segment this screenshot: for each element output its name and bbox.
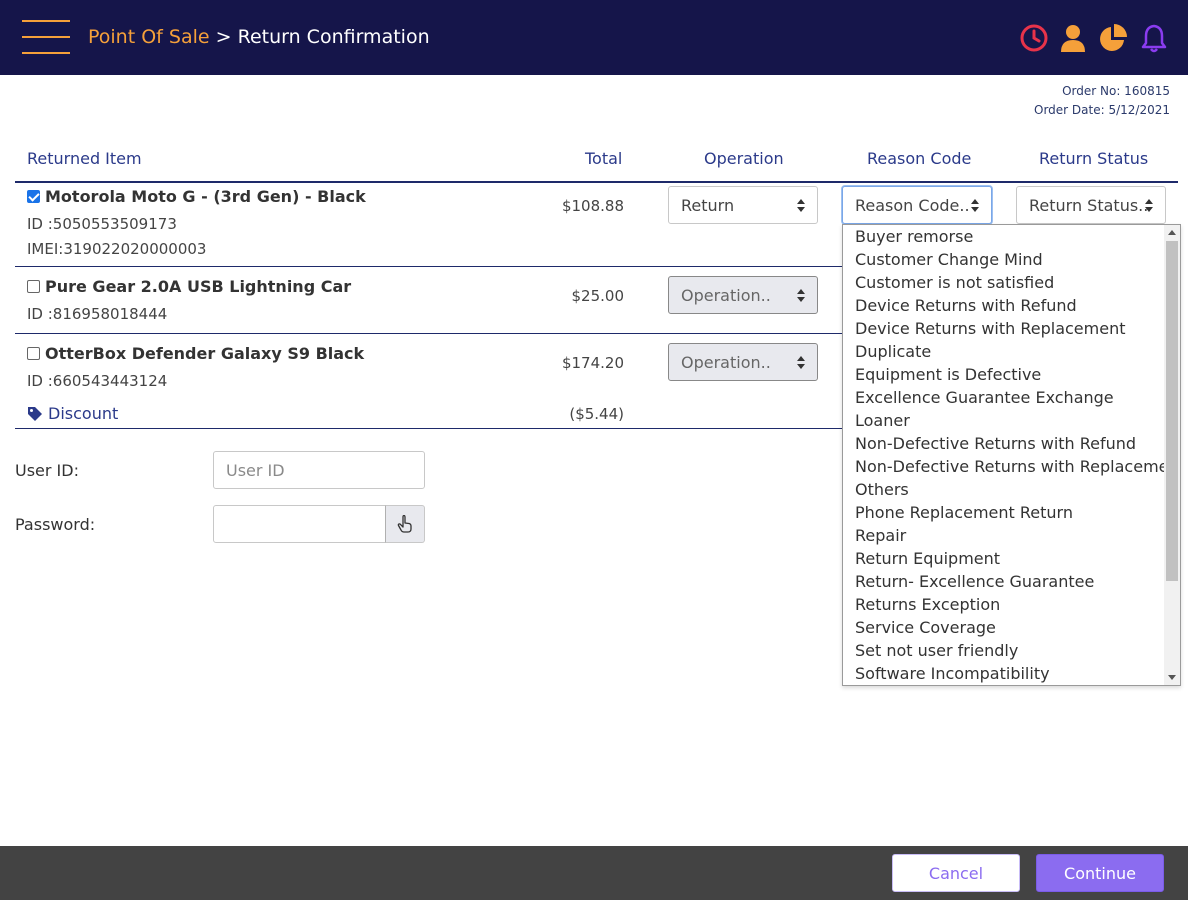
reason-option[interactable]: Non-Defective Returns with Refund	[855, 432, 1136, 455]
row-1-reason-code-select[interactable]: Reason Code..	[842, 186, 992, 224]
reason-option[interactable]: Excellence Guarantee Exchange	[855, 386, 1114, 409]
table-row-3-name[interactable]: OtterBox Defender Galaxy S9 Black	[27, 344, 364, 363]
cancel-button[interactable]: Cancel	[892, 854, 1020, 892]
row-1-status-value: Return Status..	[1029, 196, 1149, 215]
reason-option[interactable]: Loaner	[855, 409, 910, 432]
order-number: Order No: 160815	[1062, 84, 1170, 98]
reason-option[interactable]: Device Returns with Replacement	[855, 317, 1125, 340]
chevron-updown-icon	[971, 199, 979, 213]
scroll-up-arrow-icon[interactable]	[1168, 230, 1176, 235]
password-label: Password:	[15, 515, 96, 534]
order-meta: Order No: 160815 Order Date: 5/12/2021	[1034, 82, 1170, 120]
clock-icon[interactable]	[1019, 23, 1049, 53]
breadcrumb: Point Of Sale > Return Confirmation	[88, 26, 430, 48]
user-id-input[interactable]	[213, 451, 425, 489]
row-2-item-id: ID :816958018444	[27, 305, 168, 323]
user-icon[interactable]	[1058, 23, 1088, 53]
reason-option[interactable]: Non-Defective Returns with Replacement	[855, 455, 1180, 478]
row-1-item-imei: IMEI:319022020000003	[27, 240, 207, 258]
row-3-total: $174.20	[561, 354, 624, 372]
row-2-operation-value: Operation..	[681, 286, 771, 305]
tag-icon	[28, 406, 42, 421]
fingerprint-button[interactable]	[385, 505, 425, 543]
user-id-label: User ID:	[15, 461, 79, 480]
reason-option[interactable]: Return Equipment	[855, 547, 1000, 570]
row-3-item-name: OtterBox Defender Galaxy S9 Black	[45, 344, 365, 363]
row-1-operation-select[interactable]: Return	[668, 186, 818, 224]
dropdown-scrollbar[interactable]	[1164, 225, 1180, 685]
reason-option[interactable]: Returns Exception	[855, 593, 1000, 616]
reason-option[interactable]: Customer is not satisfied	[855, 271, 1054, 294]
row-3-operation-select[interactable]: Operation..	[668, 343, 818, 381]
breadcrumb-current: Return Confirmation	[237, 26, 430, 48]
row-3-operation-value: Operation..	[681, 353, 771, 372]
row-1-operation-value: Return	[681, 196, 735, 215]
col-returned-item: Returned Item	[27, 149, 142, 168]
discount-value: ($5.44)	[569, 405, 624, 423]
reason-option[interactable]: Device Returns with Refund	[855, 294, 1077, 317]
row-3-item-id: ID :660543443124	[27, 372, 168, 390]
col-reason-code: Reason Code	[867, 149, 972, 168]
pointer-hand-icon	[397, 515, 412, 533]
row-1-return-status-select[interactable]: Return Status..	[1016, 186, 1166, 224]
bell-icon[interactable]	[1139, 23, 1169, 53]
reason-option[interactable]: Repair	[855, 524, 906, 547]
row-1-item-name: Motorola Moto G - (3rd Gen) - Black	[45, 187, 366, 206]
col-return-status: Return Status	[1039, 149, 1149, 168]
reason-option[interactable]: Phone Replacement Return	[855, 501, 1073, 524]
table-header-divider	[15, 181, 1178, 183]
chevron-updown-icon	[1145, 199, 1153, 213]
table-row-2-name[interactable]: Pure Gear 2.0A USB Lightning Car	[27, 277, 351, 296]
discount-link[interactable]: Discount	[27, 404, 118, 423]
row-3-checkbox[interactable]	[27, 347, 40, 360]
discount-label: Discount	[48, 404, 119, 423]
reason-option[interactable]: Equipment is Defective	[855, 363, 1041, 386]
reason-option[interactable]: Others	[855, 478, 909, 501]
row-1-checkbox[interactable]	[27, 190, 40, 203]
breadcrumb-separator: >	[215, 26, 232, 48]
reason-option[interactable]: Customer Change Mind	[855, 248, 1043, 271]
reason-option[interactable]: Buyer remorse	[855, 225, 973, 248]
reason-code-dropdown[interactable]: Buyer remorse Customer Change Mind Custome…	[842, 224, 1181, 686]
row-2-item-name: Pure Gear 2.0A USB Lightning Car	[45, 277, 352, 296]
reason-option[interactable]: Duplicate	[855, 340, 931, 363]
app-header: Point Of Sale > Return Confirmation	[0, 0, 1188, 75]
col-operation: Operation	[704, 149, 784, 168]
table-row-1-name[interactable]: Motorola Moto G - (3rd Gen) - Black	[27, 187, 366, 206]
row-1-total: $108.88	[561, 197, 624, 215]
chevron-updown-icon	[797, 199, 805, 213]
reason-option[interactable]: Set not user friendly	[855, 639, 1018, 662]
reason-option[interactable]: Return- Excellence Guarantee	[855, 570, 1094, 593]
row-2-total: $25.00	[571, 287, 625, 305]
reason-option[interactable]: Service Coverage	[855, 616, 996, 639]
hamburger-menu-icon[interactable]	[22, 20, 70, 54]
breadcrumb-point-of-sale[interactable]: Point Of Sale	[88, 26, 210, 48]
row-1-reason-value: Reason Code..	[855, 196, 970, 215]
chevron-updown-icon	[797, 356, 805, 370]
password-input[interactable]	[213, 505, 386, 543]
continue-button[interactable]: Continue	[1036, 854, 1164, 892]
col-total: Total	[585, 149, 623, 168]
row-2-operation-select[interactable]: Operation..	[668, 276, 818, 314]
scroll-down-arrow-icon[interactable]	[1168, 675, 1176, 680]
chevron-updown-icon	[797, 289, 805, 303]
row-1-item-id: ID :5050553509173	[27, 215, 177, 233]
row-2-checkbox[interactable]	[27, 280, 40, 293]
scrollbar-thumb[interactable]	[1166, 241, 1178, 581]
pie-chart-icon[interactable]	[1098, 23, 1128, 53]
order-date: Order Date: 5/12/2021	[1034, 103, 1170, 117]
reason-option[interactable]: Software Incompatibility	[855, 662, 1050, 685]
